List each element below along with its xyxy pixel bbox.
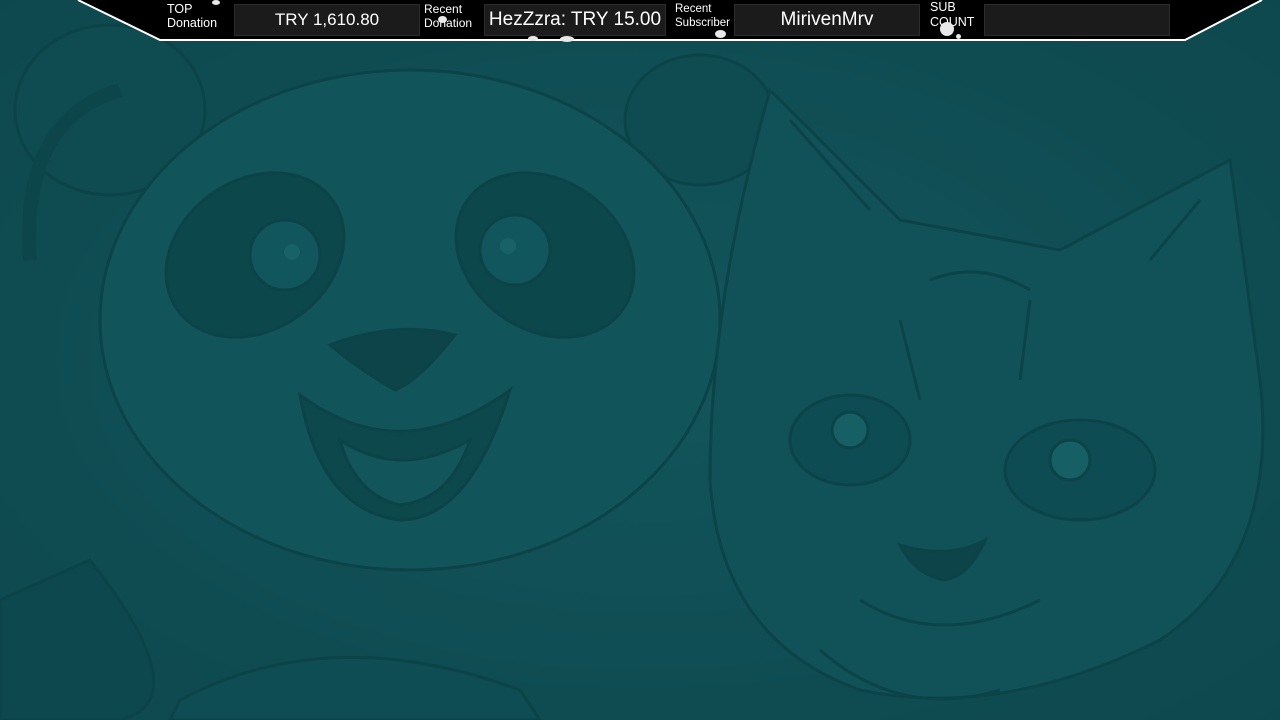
recent-subscriber-label: Recent Subscriber (675, 3, 730, 30)
top-donation-value: TRY 1,610.80 (234, 4, 420, 36)
top-donation-label-line2: Donation (167, 16, 218, 30)
background-artwork (0, 0, 1280, 720)
recent-subscriber-label-line2: Subscriber (675, 17, 730, 29)
recent-donation-label: Recent Donation (424, 3, 472, 30)
top-donation-label: TOP Donation (167, 3, 217, 30)
recent-donation-label-line2: Donation (424, 16, 473, 30)
recent-subscriber-label-line1: Recent (675, 3, 712, 15)
sub-count-value (984, 4, 1170, 36)
recent-donation-label-line1: Recent (424, 2, 463, 16)
recent-subscriber-value: MirivenMrv (734, 4, 920, 36)
sub-count-label-line1: SUB (930, 0, 956, 14)
top-donation-label-line1: TOP (167, 2, 193, 16)
stream-overlay-bar: TOP Donation TRY 1,610.80 Recent Donatio… (0, 0, 1280, 42)
recent-donation-value: HezZzra: TRY 15.00 (484, 4, 666, 36)
